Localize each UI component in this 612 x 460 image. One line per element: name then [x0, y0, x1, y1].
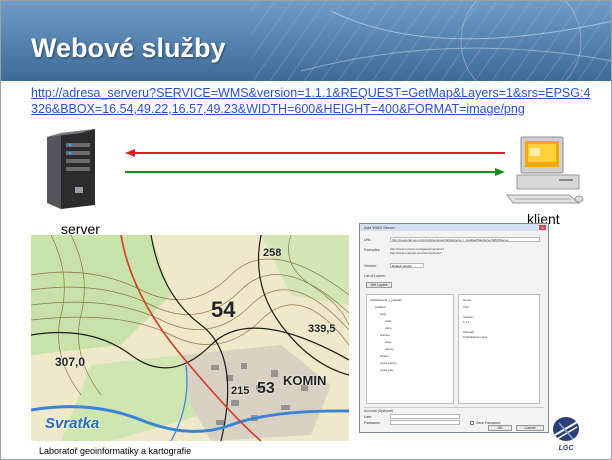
- prop-line: Podkladová mapa: [463, 335, 488, 339]
- map-label: 339,5: [308, 323, 336, 335]
- password-input[interactable]: [390, 420, 460, 425]
- map-label: 258: [263, 247, 282, 259]
- response-arrow: [125, 168, 505, 176]
- map-label: 307,0: [55, 355, 86, 369]
- url-label: URL:: [364, 238, 372, 242]
- ok-button[interactable]: OK: [488, 425, 512, 431]
- password-label: Password:: [364, 421, 381, 425]
- map-label: 215: [231, 385, 250, 397]
- layer-tree[interactable]: CENIA/cenia_t_podklad podklad body sídla…: [366, 294, 454, 404]
- tree-item[interactable]: okresy: [385, 347, 394, 351]
- get-layers-button[interactable]: Get Layers: [366, 282, 392, 288]
- wms-request-link[interactable]: http://adresa_serveru?SERVICE=WMS&versio…: [31, 85, 591, 117]
- user-input[interactable]: [390, 414, 460, 419]
- svg-text:LGC: LGC: [559, 445, 575, 452]
- layers-label: List of Layers:: [364, 274, 386, 278]
- tree-item[interactable]: hranice: [380, 333, 390, 337]
- dialog-title: Add WMS Server: [364, 225, 395, 230]
- url-field[interactable]: http://geoportal.gov.cz/ArcGIS/services/…: [390, 237, 540, 242]
- tree-item[interactable]: silnice: [380, 354, 388, 358]
- prop-line: Title:: [463, 305, 470, 309]
- close-icon[interactable]: x: [539, 225, 546, 230]
- prop-line: Name:: [463, 298, 472, 302]
- page-title: Webové služby: [31, 33, 226, 63]
- tree-item[interactable]: sídla: [385, 319, 391, 323]
- tree-item[interactable]: body: [380, 312, 387, 316]
- layer-properties: Name: Title: Version: 1.1.1 Abstract: Po…: [458, 294, 540, 404]
- map-label: Svratka: [45, 415, 100, 432]
- prop-line: Version:: [463, 315, 474, 319]
- tree-item[interactable]: podklad: [375, 305, 386, 309]
- add-wms-server-dialog: Add WMS Server x URL: http://geoportal.g…: [359, 223, 549, 433]
- slide: Webové služby http://adresa_serveru?SERV…: [0, 0, 612, 460]
- map-label: 54: [211, 297, 236, 322]
- footer-text: Laboratoř geoinformatiky a kartografie: [39, 446, 192, 456]
- tree-item[interactable]: vodní toky: [380, 368, 394, 372]
- prop-line: 1.1.1: [463, 320, 470, 324]
- map-label: KOMIN: [283, 373, 327, 388]
- divider: [364, 407, 544, 408]
- map-graphic: [31, 235, 349, 441]
- tree-item[interactable]: vodní plochy: [380, 361, 397, 365]
- tree-item[interactable]: kraje: [385, 340, 392, 344]
- version-label: Version:: [364, 264, 377, 268]
- user-label: User:: [364, 415, 373, 419]
- account-label: Account (Optional): [364, 409, 393, 413]
- version-select[interactable]: Default version: [390, 263, 424, 268]
- examples-label: Examples:: [364, 248, 381, 252]
- topographic-map: 258 54 339,5 KOMIN 307,0 Svratka 215 53: [31, 235, 349, 441]
- example-url: http://www.example.com/service/wms?: [390, 251, 442, 255]
- client-computer-icon: [506, 136, 584, 204]
- map-label: 53: [257, 380, 275, 397]
- request-arrow: [125, 149, 505, 157]
- lgc-logo-icon: LGC: [553, 417, 580, 452]
- cancel-button[interactable]: Cancel: [516, 425, 544, 431]
- dialog-titlebar: Add WMS Server x: [360, 224, 548, 231]
- tree-item[interactable]: CENIA/cenia_t_podklad: [370, 298, 402, 302]
- save-password-checkbox[interactable]: [470, 421, 474, 425]
- tree-item[interactable]: obce: [385, 326, 392, 330]
- prop-line: Abstract:: [463, 330, 475, 334]
- header-banner: Webové služby: [1, 1, 611, 81]
- server-icon: [47, 129, 95, 209]
